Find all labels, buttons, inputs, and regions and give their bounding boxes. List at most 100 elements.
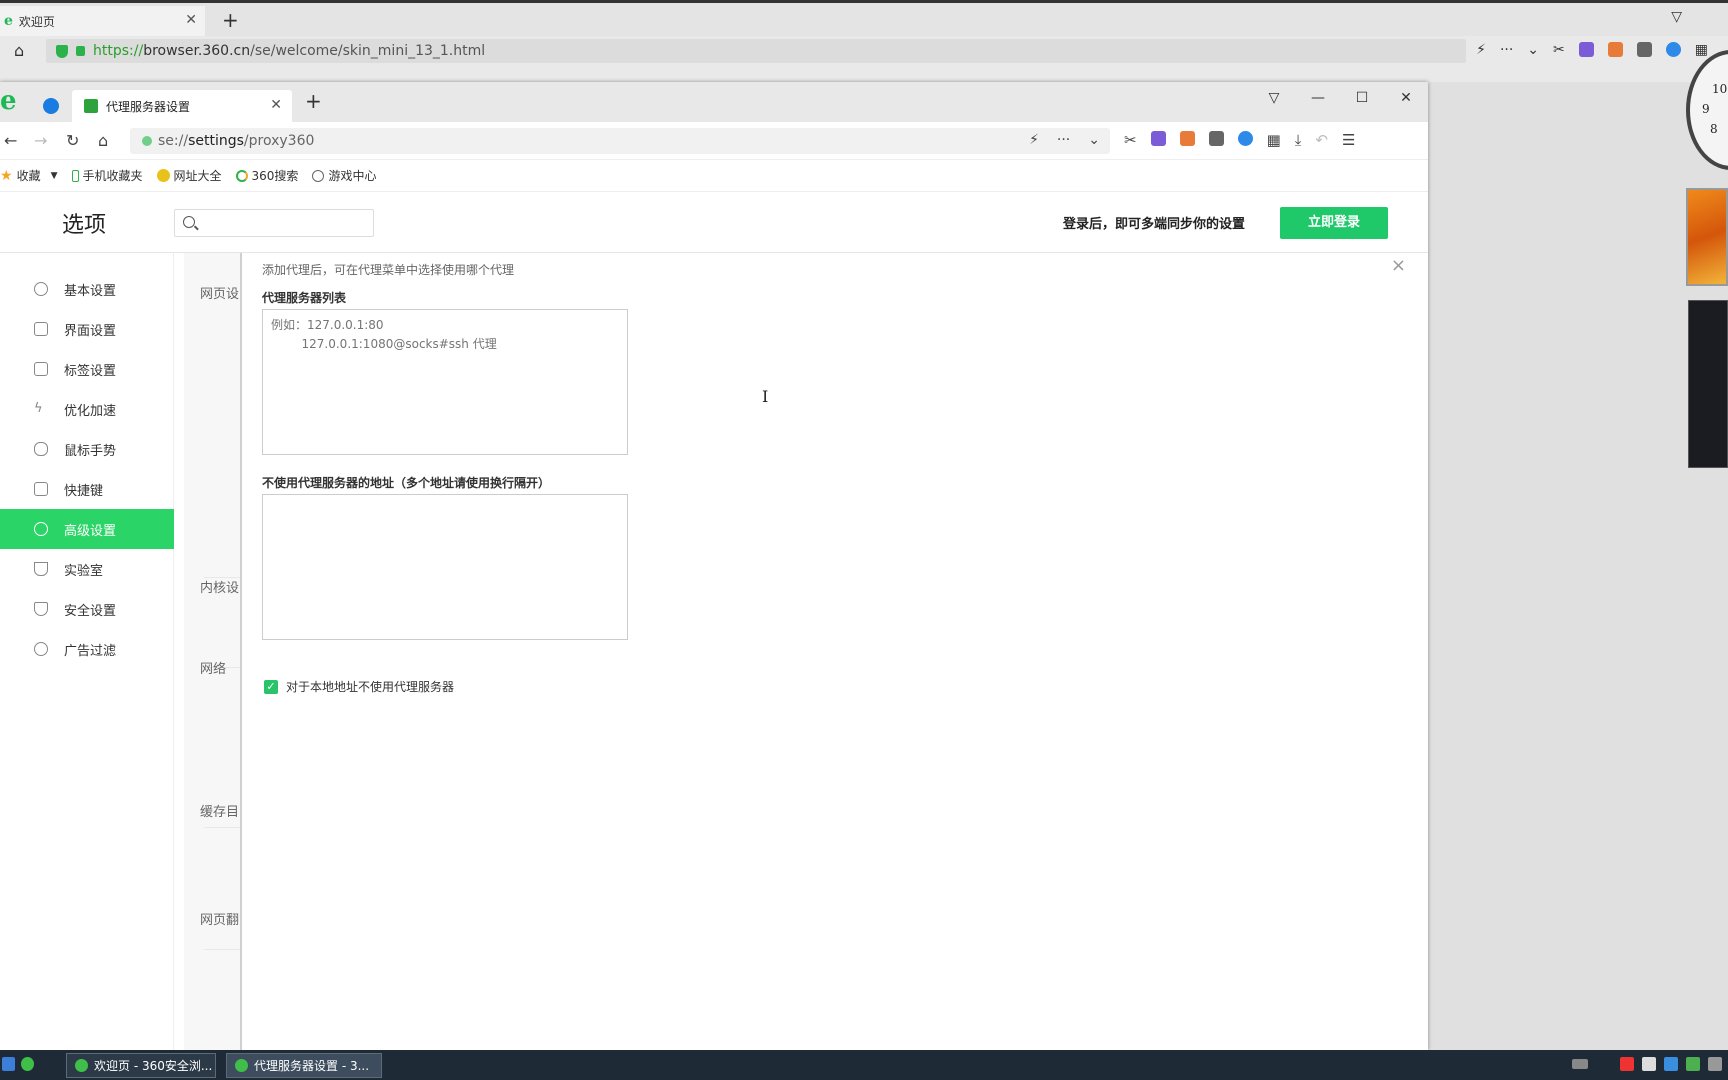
bookmark-bar: ★ 收藏 ▼ 手机收藏夹 网址大全 360搜索 游戏中心 xyxy=(0,160,1428,192)
desktop-background xyxy=(1428,82,1728,1050)
local-bypass-checkbox[interactable]: ✓ 对于本地地址不使用代理服务器 xyxy=(264,678,454,695)
volume-icon[interactable] xyxy=(1686,1057,1700,1071)
outer-bookmark-bar xyxy=(0,66,1728,82)
wrench-icon xyxy=(34,522,48,536)
windows-icon[interactable] xyxy=(2,1057,15,1071)
url-field[interactable]: se://settings/proxy360 ⚡ ··· ⌄ xyxy=(130,128,1110,154)
sidebar-item-shortcuts[interactable]: 快捷键 xyxy=(0,469,174,509)
bookmark-games[interactable]: 游戏中心 xyxy=(312,167,376,184)
download-icon[interactable]: ⤓ xyxy=(1295,131,1302,149)
skin-icon[interactable]: ▽ xyxy=(1671,9,1682,25)
login-tip: 登录后，即可多端同步你的设置 xyxy=(1063,217,1246,232)
lightning-icon[interactable]: ⚡ xyxy=(1029,132,1039,148)
undo-icon[interactable]: ↶ xyxy=(1315,131,1328,149)
sidebar-item-advanced[interactable]: 高级设置 xyxy=(0,509,174,549)
settings-search[interactable] xyxy=(174,209,374,237)
section-label: 内核设 xyxy=(200,581,240,596)
new-tab-button[interactable]: + xyxy=(305,89,322,113)
reload-icon[interactable]: ↻ xyxy=(66,131,79,150)
divider xyxy=(204,949,244,950)
menu-icon[interactable]: ☰ xyxy=(1342,131,1355,149)
browser-360-icon xyxy=(235,1059,248,1072)
outer-toolbar: ⚡ ··· ⌄ ✂ ▦ xyxy=(1476,42,1728,58)
taskbar-item-proxy[interactable]: 代理服务器设置 - 3... xyxy=(226,1053,382,1078)
browser-360-icon xyxy=(75,1059,88,1072)
bypass-textarea[interactable] xyxy=(262,494,628,640)
chevron-down-icon[interactable]: ▼ xyxy=(51,171,58,181)
apps-icon[interactable]: ▦ xyxy=(1267,131,1281,149)
flag-icon[interactable] xyxy=(1642,1057,1656,1071)
translate-icon[interactable] xyxy=(1150,131,1166,146)
block-icon xyxy=(34,642,48,656)
close-icon[interactable]: × xyxy=(1391,255,1406,276)
close-icon[interactable]: ✕ xyxy=(185,12,197,28)
new-tab-button[interactable]: + xyxy=(222,8,239,32)
game-icon[interactable] xyxy=(1607,42,1623,57)
skin-icon[interactable]: ▽ xyxy=(1252,82,1296,114)
section-label: 网页翻 xyxy=(200,913,240,928)
dialog-tip: 添加代理后，可在代理菜单中选择使用哪个代理 xyxy=(262,263,515,277)
chevron-down-icon[interactable]: ⌄ xyxy=(1088,132,1100,148)
close-window-button[interactable]: ✕ xyxy=(1384,82,1428,114)
apps-icon[interactable]: ▦ xyxy=(1695,42,1708,58)
checkbox-checked-icon[interactable]: ✓ xyxy=(264,679,278,694)
secure-dot-icon xyxy=(142,136,152,146)
book-icon[interactable] xyxy=(1208,131,1224,146)
browser-logo-icon[interactable]: e xyxy=(0,86,17,116)
sidebar-item-adblock[interactable]: 广告过滤 xyxy=(0,629,174,669)
keyboard-icon[interactable] xyxy=(1572,1059,1588,1069)
security-alert-icon[interactable] xyxy=(1620,1057,1634,1071)
lightning-icon[interactable]: ⚡ xyxy=(1476,42,1486,58)
sidebar-item-tabs[interactable]: 标签设置 xyxy=(0,349,174,389)
sidebar-item-optimize[interactable]: ϟ 优化加速 xyxy=(0,389,174,429)
star-icon: ★ xyxy=(0,167,13,184)
more-icon[interactable]: ··· xyxy=(1057,132,1070,148)
text-cursor-icon: I xyxy=(762,387,769,406)
toolbar: ✂ ▦ ⤓ ↶ ☰ xyxy=(1124,131,1355,149)
minimize-button[interactable]: — xyxy=(1296,82,1340,114)
browser-360-icon[interactable] xyxy=(21,1057,34,1071)
scissors-icon[interactable]: ✂ xyxy=(1553,42,1565,58)
tab-proxy-settings[interactable]: 代理服务器设置 ✕ xyxy=(72,90,292,122)
maximize-button[interactable]: ☐ xyxy=(1340,82,1384,114)
keyboard-icon xyxy=(34,482,48,496)
home-icon[interactable]: ⌂ xyxy=(14,41,24,60)
taskbar-item-welcome[interactable]: 欢迎页 - 360安全浏... xyxy=(66,1053,216,1078)
address-bar: ← → ↻ ⌂ se://settings/proxy360 ⚡ ··· ⌄ ✂… xyxy=(0,122,1428,160)
close-icon[interactable]: ✕ xyxy=(270,97,282,113)
translate-icon[interactable] xyxy=(1578,42,1594,57)
bookmark-mobile[interactable]: 手机收藏夹 xyxy=(71,167,143,184)
outer-tab-title: 欢迎页 xyxy=(18,14,55,29)
telegram-icon[interactable] xyxy=(43,98,59,114)
outer-url-field[interactable]: https://browser.360.cn/se/welcome/skin_m… xyxy=(46,39,1466,63)
tab-title: 代理服务器设置 xyxy=(106,99,191,114)
back-icon[interactable]: ← xyxy=(4,131,17,150)
minus-circle-icon[interactable] xyxy=(1237,131,1253,146)
book-icon[interactable] xyxy=(1636,42,1652,57)
url-text: se://settings/proxy360 xyxy=(158,133,315,149)
sidebar-item-security[interactable]: 安全设置 xyxy=(0,589,174,629)
scissors-icon[interactable]: ✂ xyxy=(1124,131,1137,149)
search-360-icon xyxy=(235,169,248,182)
bluetooth-icon[interactable] xyxy=(1664,1057,1678,1071)
outer-tab-welcome[interactable]: e 欢迎页 ✕ xyxy=(0,6,205,36)
sidebar-item-interface[interactable]: 界面设置 xyxy=(0,309,174,349)
login-button[interactable]: 立即登录 xyxy=(1280,207,1388,239)
more-icon[interactable]: ··· xyxy=(1500,42,1513,58)
game-icon[interactable] xyxy=(1179,131,1195,146)
bookmark-favorites[interactable]: ★ 收藏 ▼ xyxy=(0,167,58,184)
lock-icon xyxy=(76,46,85,56)
home-icon[interactable]: ⌂ xyxy=(98,131,108,150)
bookmark-360-search[interactable]: 360搜索 xyxy=(235,167,298,184)
proxy-list-textarea[interactable] xyxy=(262,309,628,455)
window-icon xyxy=(34,322,48,336)
forward-icon[interactable]: → xyxy=(34,131,47,150)
sidebar-item-basic[interactable]: 基本设置 xyxy=(0,269,174,309)
minus-circle-icon[interactable] xyxy=(1665,42,1681,57)
search-input[interactable] xyxy=(201,212,369,234)
network-icon[interactable] xyxy=(1708,1057,1722,1071)
bookmark-sites[interactable]: 网址大全 xyxy=(156,167,222,184)
sidebar-item-lab[interactable]: 实验室 xyxy=(0,549,174,589)
chevron-down-icon[interactable]: ⌄ xyxy=(1527,42,1539,58)
sidebar-item-mouse[interactable]: 鼠标手势 xyxy=(0,429,174,469)
